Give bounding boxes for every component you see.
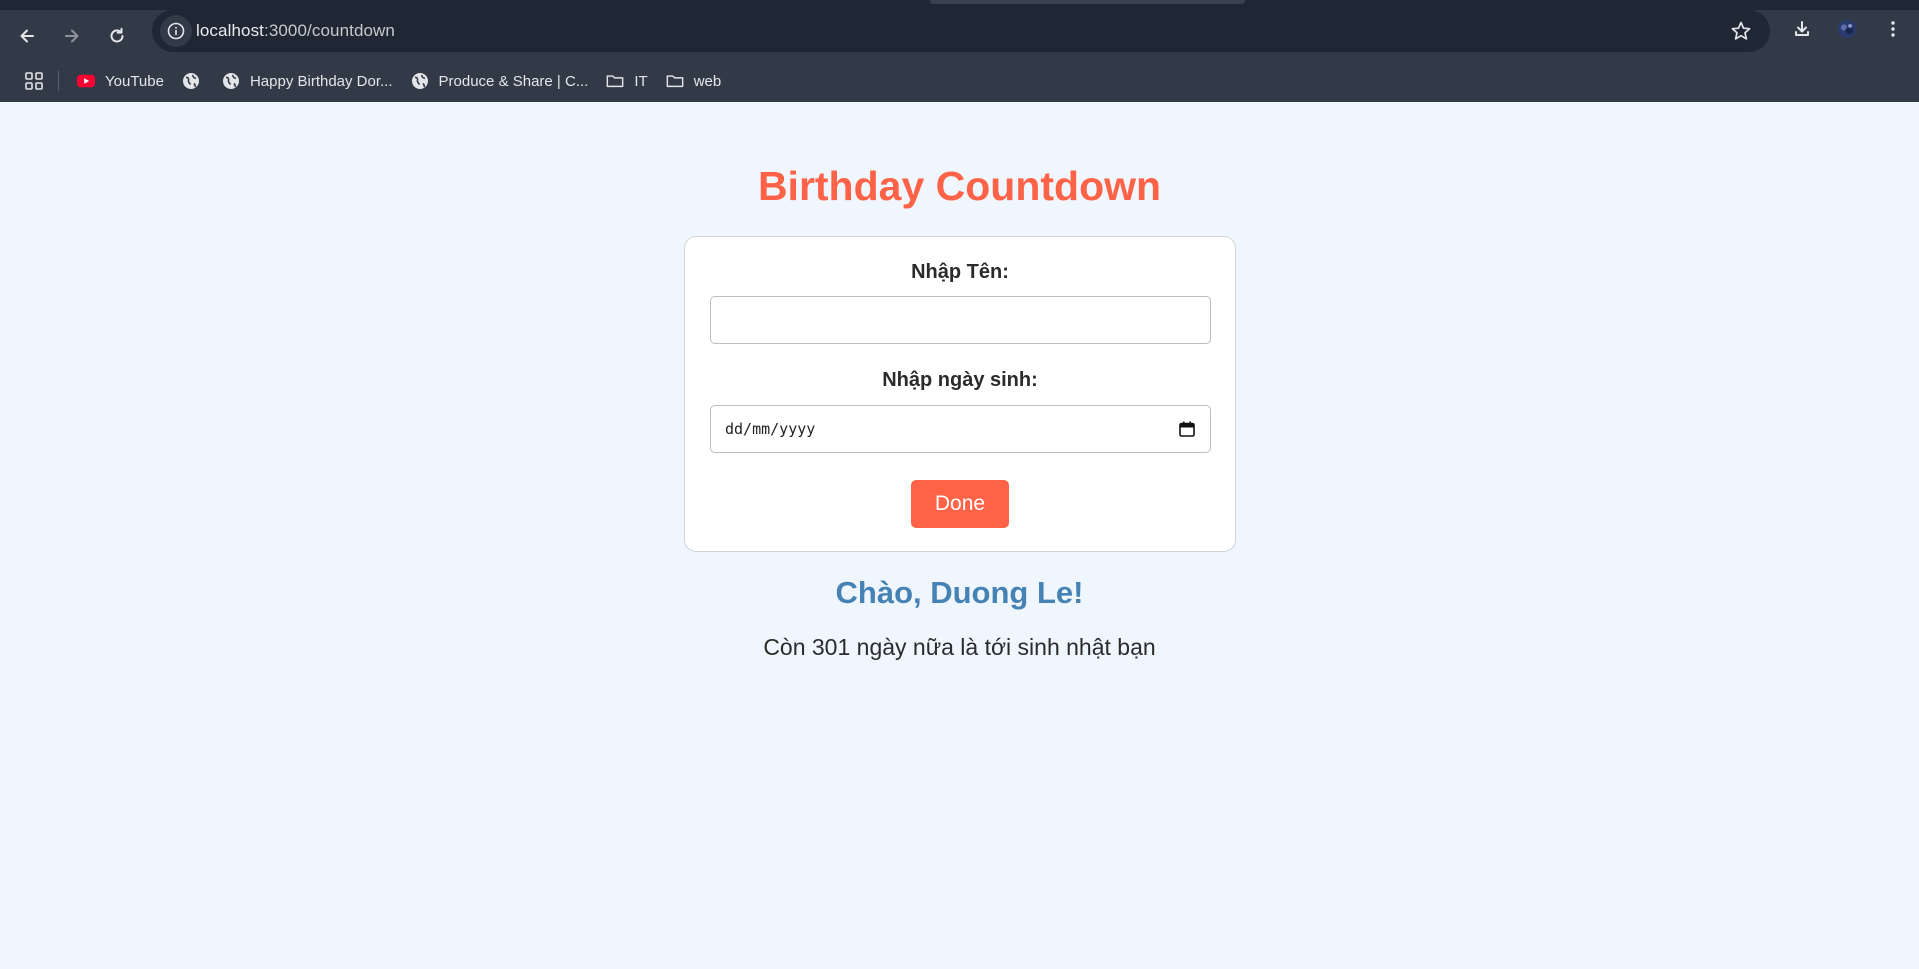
downloads-button[interactable] [1784, 11, 1820, 47]
tab-strip [0, 0, 1919, 10]
profile-button[interactable] [1829, 11, 1865, 47]
bookmark-folder-it[interactable]: IT [600, 66, 653, 96]
page-title: Birthday Countdown [757, 163, 1162, 209]
youtube-icon [77, 72, 95, 90]
bookmark-label: YouTube [105, 72, 164, 90]
bookmark-label: IT [634, 72, 648, 90]
dob-date-input[interactable]: dd/mm/yyyy [710, 405, 1211, 453]
globe-icon [411, 72, 429, 90]
folder-icon [666, 72, 684, 90]
download-icon [1795, 21, 1809, 36]
bookmark-globe[interactable] [176, 66, 210, 96]
bookmark-folder-web[interactable]: web [660, 66, 728, 96]
dob-placeholder: dd/mm/yyyy [725, 420, 816, 438]
bookmarks-bar: YouTube Happy Birthday Dor... Produce & … [0, 60, 1919, 102]
countdown-text: Còn 301 ngày nữa là tới sinh nhật bạn [763, 634, 1156, 660]
bookmark-label: Happy Birthday Dor... [249, 72, 393, 90]
forward-button[interactable] [54, 18, 90, 54]
dob-label: Nhập ngày sinh: [882, 369, 1038, 391]
address-bar[interactable]: localhost:3000/countdown [152, 10, 1770, 52]
browser-chrome: localhost:3000/countdown YouTube Happy B… [0, 0, 1919, 102]
countdown-form-card: Nhập Tên: Nhập ngày sinh: dd/mm/yyyy Don… [684, 236, 1236, 552]
globe-icon [222, 72, 240, 90]
greeting-text: Chào, Duong Le! [835, 575, 1084, 610]
bookmark-produce-share[interactable]: Produce & Share | C... [405, 66, 595, 96]
apps-grid-icon [25, 72, 43, 90]
url-host: localhost [196, 21, 264, 40]
bookmark-youtube[interactable]: YouTube [71, 66, 170, 96]
name-input[interactable] [710, 296, 1211, 344]
done-button[interactable]: Done [911, 480, 1009, 528]
folder-icon [606, 72, 624, 90]
name-label: Nhập Tên: [911, 261, 1009, 283]
more-vert-icon [1891, 21, 1895, 37]
url-text[interactable]: localhost:3000/countdown [196, 21, 395, 41]
menu-button[interactable] [1875, 11, 1911, 47]
url-path: :3000/countdown [264, 21, 395, 40]
active-tab-edge[interactable] [930, 0, 1245, 4]
bookmark-star-icon[interactable] [1730, 20, 1752, 42]
calendar-icon[interactable] [1178, 420, 1196, 438]
back-button[interactable] [9, 18, 45, 54]
bookmark-label: web [693, 72, 722, 90]
site-info-icon[interactable] [160, 15, 192, 47]
arrow-left-icon [20, 29, 34, 43]
globe-icon [182, 72, 200, 90]
avatar [1837, 19, 1857, 39]
apps-button[interactable] [20, 66, 48, 96]
reload-icon [110, 27, 124, 43]
bookmark-happy-birthday[interactable]: Happy Birthday Dor... [216, 66, 399, 96]
arrow-right-icon [65, 29, 79, 43]
reload-button[interactable] [99, 18, 135, 54]
page-content: Birthday Countdown Nhập Tên: Nhập ngày s… [0, 102, 1919, 969]
bookmarks-divider [58, 71, 59, 91]
bookmark-label: Produce & Share | C... [438, 72, 589, 90]
